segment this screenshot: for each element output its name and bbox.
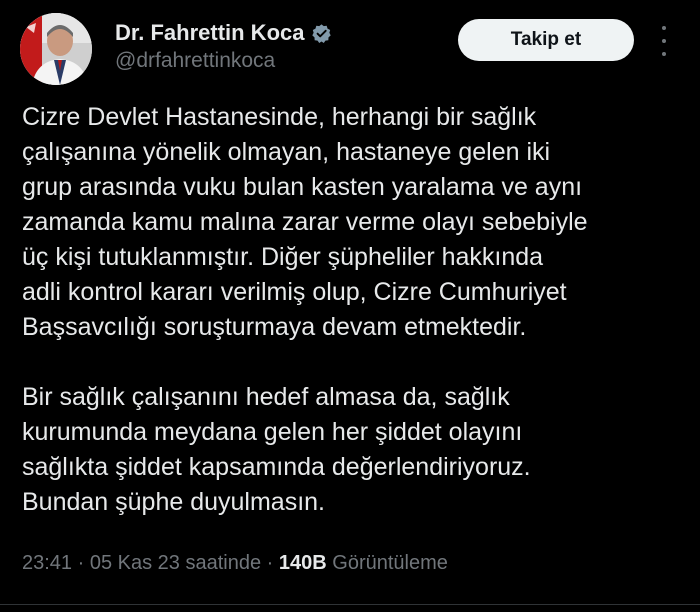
follow-button[interactable]: Takip et: [458, 19, 634, 61]
tweet-paragraph: Bir sağlık çalışanını hedef almasa da, s…: [22, 383, 531, 516]
tweet-time[interactable]: 23:41: [22, 552, 72, 574]
views-label: Görüntüleme: [332, 552, 448, 574]
dot: [662, 52, 666, 56]
avatar[interactable]: [20, 13, 92, 85]
meta-separator: ·: [77, 552, 85, 574]
profile-photo: [20, 13, 92, 85]
tweet-meta: 23:41 · 05 Kas 23 saatinde · 140B Görünt…: [22, 550, 448, 576]
tweet-card: Dr. Fahrettin Koca @drfahrettinkoca Taki…: [0, 0, 700, 612]
dot: [662, 39, 666, 43]
display-name[interactable]: Dr. Fahrettin Koca: [115, 20, 304, 46]
more-dots-vertical-icon[interactable]: [656, 26, 672, 56]
tweet-paragraph: Cizre Devlet Hastanesinde, herhangi bir …: [22, 103, 588, 341]
dot: [662, 26, 666, 30]
tweet-text: Cizre Devlet Hastanesinde, herhangi bir …: [22, 100, 682, 520]
author-name-row: Dr. Fahrettin Koca: [115, 20, 332, 46]
views-count: 140B: [278, 552, 327, 574]
tweet-date[interactable]: 05 Kas 23 saatinde: [90, 552, 261, 574]
verified-badge-icon: [312, 23, 332, 43]
meta-separator: ·: [266, 552, 274, 574]
divider: [0, 604, 700, 605]
user-handle[interactable]: @drfahrettinkoca: [115, 48, 275, 74]
